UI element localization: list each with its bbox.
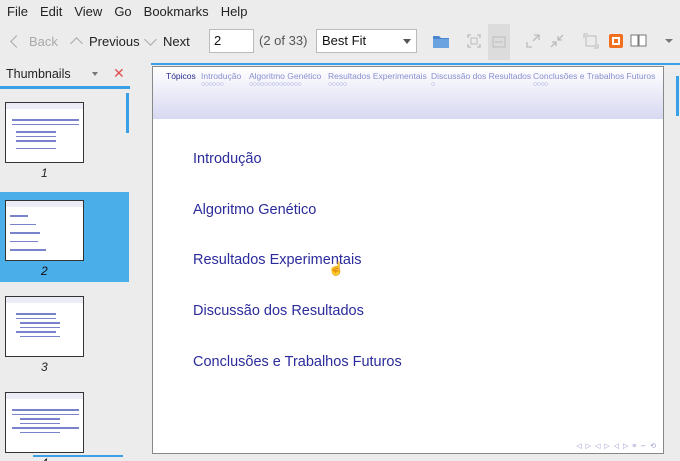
slide-navigation-bar: Tópicos Introdução ○○○○○○ Algoritmo Gené… (153, 67, 663, 119)
hand-cursor-icon: ☝ (328, 261, 345, 276)
slide-nav-resultados[interactable]: Resultados Experimentais (328, 71, 427, 81)
slide-footer-navigation[interactable]: ◁ ▷ ◁ ▷ ◁ ▷ ≡ ∽ ⟲ (576, 442, 657, 450)
folder-icon (433, 35, 449, 48)
thumbnail-item-3[interactable]: 3 (0, 288, 129, 378)
slide-nav-dots: ○○○○○○ (201, 81, 224, 88)
slide-nav-dots: ○○○○○○○○○○○○○○ (249, 81, 302, 88)
menu-bookmarks[interactable]: Bookmarks (138, 4, 215, 19)
back-label: Back (29, 33, 58, 49)
menu-view[interactable]: View (68, 4, 108, 19)
annotate-icon (609, 34, 623, 48)
menu-bar: File Edit View Go Bookmarks Help (0, 0, 680, 22)
previous-label: Previous (89, 33, 140, 49)
toc-item-algoritmo[interactable]: Algoritmo Genético (193, 202, 316, 218)
thumbnail-number: 3 (41, 360, 48, 374)
thumbnail-number: 1 (41, 166, 48, 180)
back-button[interactable]: Back (8, 30, 58, 52)
expand-icon (526, 34, 540, 48)
thumbnail-item-2[interactable]: 2 (0, 192, 129, 282)
presentation-icon (583, 33, 599, 49)
toc-item-conclusoes[interactable]: Conclusões e Trabalhos Futuros (193, 354, 402, 370)
menu-go[interactable]: Go (108, 4, 137, 19)
slide-nav-algoritmo[interactable]: Algoritmo Genético (249, 71, 321, 81)
slide-page[interactable]: Tópicos Introdução ○○○○○○ Algoritmo Gené… (152, 66, 664, 454)
toc-item-introducao[interactable]: Introdução (193, 151, 262, 167)
toc-item-discussao[interactable]: Discussão dos Resultados (193, 303, 364, 319)
fit-page-button[interactable] (463, 30, 485, 52)
fit-width-button[interactable] (488, 24, 510, 60)
chevron-down-icon (144, 32, 157, 46)
thumbnail-item-4[interactable]: 4 (0, 384, 129, 461)
chevron-left-icon (10, 34, 23, 48)
previous-button[interactable]: Previous (70, 30, 140, 52)
fit-width-icon (492, 36, 506, 48)
annotate-button[interactable] (605, 30, 627, 52)
thumbnail-image (5, 392, 84, 453)
next-label: Next (163, 33, 190, 49)
menu-file[interactable]: File (0, 4, 34, 19)
slide-nav-topicos[interactable]: Tópicos (166, 71, 196, 81)
slide-nav-dots: ○○○○○ (328, 81, 347, 88)
thumbnail-image (5, 102, 84, 163)
menu-help[interactable]: Help (215, 4, 254, 19)
thumbnail-image (5, 296, 84, 357)
sidebar-title: Thumbnails (6, 67, 71, 81)
thumbnail-item-1[interactable]: 1 (0, 94, 129, 184)
dual-page-button[interactable] (628, 30, 650, 52)
slide-nav-conclusoes[interactable]: Conclusões e Trabalhos Futuros (533, 71, 655, 81)
sidebar-header: Thumbnails ✕ (0, 62, 130, 86)
thumbnail-number: 2 (41, 264, 48, 278)
open-folder-button[interactable] (430, 30, 452, 52)
fit-page-icon (467, 34, 481, 48)
thumbnail-image (5, 200, 84, 261)
slide-nav-dots: ○ (431, 81, 435, 88)
sidebar-dropdown-icon[interactable] (92, 72, 98, 76)
thumbnails-panel: 1 2 3 (0, 86, 130, 461)
document-top-accent (151, 63, 680, 65)
presentation-button[interactable] (580, 30, 602, 52)
zoom-in-button[interactable] (522, 30, 544, 52)
chevron-up-icon (70, 36, 83, 50)
menu-edit[interactable]: Edit (34, 4, 68, 19)
document-scrollbar[interactable] (676, 76, 679, 116)
zoom-out-button[interactable] (546, 30, 568, 52)
page-number-input[interactable]: 2 (209, 29, 254, 53)
slide-nav-discussao[interactable]: Discussão dos Resultados (431, 71, 531, 81)
next-button[interactable]: Next (144, 30, 190, 52)
zoom-value: Best Fit (322, 33, 367, 48)
zoom-select[interactable]: Best Fit (316, 29, 417, 53)
slide-nav-introducao[interactable]: Introdução (201, 71, 241, 81)
more-options-button[interactable] (658, 30, 680, 52)
shrink-icon (550, 34, 564, 48)
dual-page-icon (630, 34, 647, 47)
page-count: (2 of 33) (259, 33, 308, 48)
close-sidebar-icon[interactable]: ✕ (113, 65, 125, 82)
dropdown-arrow-icon (403, 39, 411, 44)
slide-nav-dots: ○○○○ (533, 81, 548, 88)
caret-down-icon (665, 39, 673, 43)
sidebar-bottom-accent (33, 455, 123, 457)
